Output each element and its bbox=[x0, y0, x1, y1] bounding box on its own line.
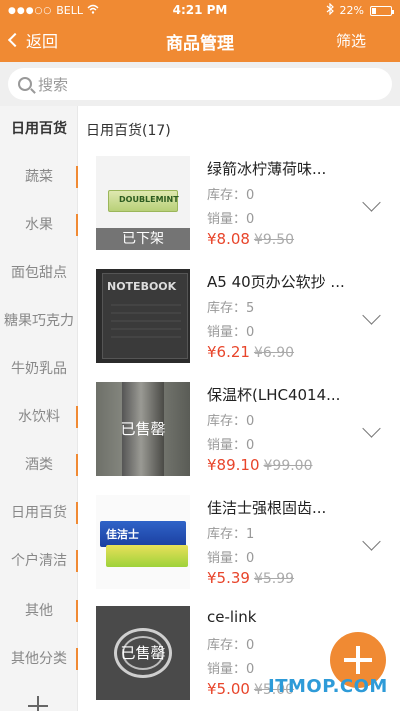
sidebar-item-fruit[interactable]: 水果 bbox=[0, 210, 78, 240]
gum-pack-image: DOUBLEMINT bbox=[108, 190, 179, 212]
status-badge: 已售罄 bbox=[120, 420, 166, 438]
product-stock: 库存：0 bbox=[207, 188, 255, 203]
sidebar-item-label: 水果 bbox=[25, 217, 53, 233]
product-item[interactable]: 已售罄 保温杯(LHC4014... 库存：0 销量：0 ¥89.10 ¥99.0… bbox=[78, 382, 400, 495]
product-image: NOTEBOOK bbox=[96, 269, 190, 363]
bluetooth-icon bbox=[326, 2, 334, 18]
sidebar-item-label: 蔬菜 bbox=[25, 169, 53, 185]
product-name: ce-link bbox=[207, 608, 257, 626]
toothpaste-box-image: 佳洁士 bbox=[100, 521, 186, 547]
notebook-lines bbox=[111, 304, 181, 344]
sidebar-item-other[interactable]: 其他 bbox=[0, 596, 78, 626]
product-image: 已售罄 bbox=[96, 606, 190, 700]
product-item[interactable]: 佳洁士 佳洁士强根固齿... 库存：1 销量：0 ¥5.39 ¥5.99 bbox=[78, 495, 400, 608]
search-area: 搜索 bbox=[0, 62, 400, 106]
sidebar-item-label: 面包甜点 bbox=[11, 265, 67, 281]
section-title: 日用百货(17) bbox=[86, 123, 171, 139]
watermark: ITMOP.COM bbox=[268, 676, 388, 697]
sidebar-item-daily[interactable]: 日用百货 bbox=[0, 114, 78, 144]
product-price: ¥5.00 bbox=[207, 680, 250, 698]
search-input[interactable]: 搜索 bbox=[8, 68, 392, 100]
sidebar-item-label: 个户清洁 bbox=[11, 553, 67, 569]
notebook-cover-image: NOTEBOOK bbox=[102, 273, 188, 359]
original-price: ¥9.50 bbox=[253, 232, 295, 248]
original-price: ¥6.90 bbox=[253, 345, 295, 361]
chevron-down-icon[interactable] bbox=[362, 532, 381, 551]
nav-bar: 返回 商品管理 筛选 bbox=[0, 20, 400, 62]
top-bar: ●●●○○ BELL 4:21 PM 22% 返回 商品管理 筛选 bbox=[0, 0, 400, 62]
sidebar-item-dairy[interactable]: 牛奶乳品 bbox=[0, 354, 78, 384]
battery-icon bbox=[370, 5, 394, 16]
sidebar-item-label: 其他 bbox=[25, 603, 53, 619]
image-text: DOUBLEMINT bbox=[119, 195, 179, 204]
image-text: NOTEBOOK bbox=[107, 280, 177, 293]
product-stock: 库存：1 bbox=[207, 527, 255, 542]
search-icon bbox=[18, 77, 32, 91]
sidebar-item-label: 水饮料 bbox=[18, 409, 60, 425]
battery-fill bbox=[372, 7, 376, 14]
chevron-down-icon[interactable] bbox=[362, 419, 381, 438]
product-price-group: ¥8.08 ¥9.50 bbox=[207, 230, 294, 248]
chevron-down-icon[interactable] bbox=[362, 193, 381, 212]
product-stock: 库存：5 bbox=[207, 301, 255, 316]
product-stock: 库存：0 bbox=[207, 638, 255, 653]
sidebar-item-other-category[interactable]: 其他分类 bbox=[0, 644, 78, 674]
product-sales: 销量：0 bbox=[207, 212, 255, 227]
product-name: A5 40页办公软抄 ... bbox=[207, 273, 345, 291]
product-price: ¥89.10 bbox=[207, 456, 260, 474]
product-list: 日用百货(17) DOUBLEMINT 已下架 绿箭冰柠薄荷味... 库存：0 … bbox=[78, 106, 400, 711]
product-image: 已售罄 bbox=[96, 382, 190, 476]
product-name: 保温杯(LHC4014... bbox=[207, 386, 341, 404]
add-category-icon[interactable] bbox=[28, 696, 48, 711]
sidebar-item-candy[interactable]: 糖果巧克力 bbox=[0, 306, 78, 336]
sidebar-item-bakery[interactable]: 面包甜点 bbox=[0, 258, 78, 288]
search-placeholder: 搜索 bbox=[38, 75, 69, 94]
product-price: ¥8.08 bbox=[207, 230, 250, 248]
product-sales: 销量：0 bbox=[207, 551, 255, 566]
product-image: 佳洁士 bbox=[96, 495, 190, 589]
battery-group: 22% bbox=[326, 2, 394, 18]
product-price: ¥6.21 bbox=[207, 343, 250, 361]
product-price: ¥5.39 bbox=[207, 569, 250, 587]
original-price: ¥99.00 bbox=[263, 458, 313, 474]
sidebar-item-daily-2[interactable]: 日用百货 bbox=[0, 498, 78, 528]
product-sales: 销量：0 bbox=[207, 325, 255, 340]
sidebar-item-label: 其他分类 bbox=[11, 651, 67, 667]
sidebar-item-label: 牛奶乳品 bbox=[11, 361, 67, 377]
status-bar: ●●●○○ BELL 4:21 PM 22% bbox=[0, 0, 400, 20]
product-sales: 销量：0 bbox=[207, 662, 255, 677]
category-sidebar: 日用百货 蔬菜 水果 面包甜点 糖果巧克力 牛奶乳品 水饮料 酒类 日用百货 个… bbox=[0, 106, 78, 711]
sidebar-item-label: 糖果巧克力 bbox=[4, 313, 74, 329]
original-price: ¥5.99 bbox=[253, 571, 295, 587]
sidebar-item-drinks[interactable]: 水饮料 bbox=[0, 402, 78, 432]
sidebar-item-liquor[interactable]: 酒类 bbox=[0, 450, 78, 480]
filter-button[interactable]: 筛选 bbox=[336, 30, 366, 51]
product-item[interactable]: NOTEBOOK A5 40页办公软抄 ... 库存：5 销量：0 ¥6.21 ¥… bbox=[78, 269, 400, 382]
product-stock: 库存：0 bbox=[207, 414, 255, 429]
sidebar-item-label: 酒类 bbox=[25, 457, 53, 473]
product-item[interactable]: DOUBLEMINT 已下架 绿箭冰柠薄荷味... 库存：0 销量：0 ¥8.0… bbox=[78, 156, 400, 269]
battery-percent: 22% bbox=[339, 4, 364, 17]
status-badge: 已下架 bbox=[96, 228, 190, 250]
product-name: 佳洁士强根固齿... bbox=[207, 499, 327, 517]
sidebar-item-vegetables[interactable]: 蔬菜 bbox=[0, 162, 78, 192]
product-price-group: ¥89.10 ¥99.00 bbox=[207, 456, 313, 474]
image-text: 佳洁士 bbox=[106, 528, 139, 541]
sidebar-item-cleaning[interactable]: 个户清洁 bbox=[0, 546, 78, 576]
product-name: 绿箭冰柠薄荷味... bbox=[207, 160, 327, 178]
status-badge: 已售罄 bbox=[120, 644, 166, 662]
chevron-down-icon[interactable] bbox=[362, 306, 381, 325]
sidebar-item-label: 日用百货 bbox=[11, 121, 67, 137]
product-sales: 销量：0 bbox=[207, 438, 255, 453]
product-price-group: ¥5.39 ¥5.99 bbox=[207, 569, 294, 587]
toothpaste-tube-image bbox=[106, 545, 188, 567]
product-image: DOUBLEMINT 已下架 bbox=[96, 156, 190, 250]
sidebar-item-label: 日用百货 bbox=[11, 505, 67, 521]
product-price-group: ¥6.21 ¥6.90 bbox=[207, 343, 294, 361]
